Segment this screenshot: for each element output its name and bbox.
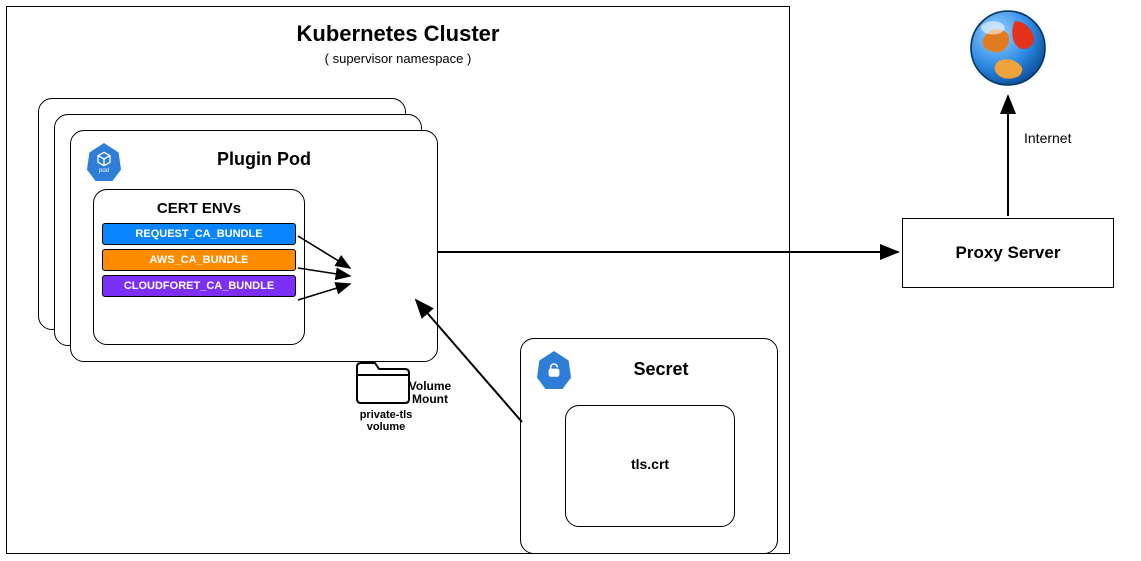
volume-label-1: private-tls bbox=[360, 409, 413, 421]
cert-envs-title: CERT ENVs bbox=[94, 200, 304, 217]
volume-mount-2: Mount bbox=[412, 392, 448, 406]
secret-cert-box: tls.crt bbox=[565, 405, 735, 527]
env-cloudforet-ca-bundle: CLOUDFORET_CA_BUNDLE bbox=[102, 275, 296, 297]
secret-title: Secret bbox=[545, 359, 777, 380]
volume-label-2: volume bbox=[367, 421, 406, 433]
pod-badge-label: pod bbox=[99, 168, 109, 174]
plugin-pod-box: pod Plugin Pod CERT ENVs REQUEST_CA_BUND… bbox=[70, 130, 438, 362]
secret-box: Secret tls.crt bbox=[520, 338, 778, 554]
plugin-pod-title: Plugin Pod bbox=[91, 149, 437, 170]
internet-label: Internet bbox=[1024, 130, 1071, 146]
volume-mount-label: Volume Mount bbox=[390, 380, 470, 406]
proxy-server-box: Proxy Server bbox=[902, 218, 1114, 288]
secret-cert-file: tls.crt bbox=[566, 456, 734, 472]
cluster-subtitle: ( supervisor namespace ) bbox=[7, 51, 789, 66]
env-aws-ca-bundle: AWS_CA_BUNDLE bbox=[102, 249, 296, 271]
volume-label: private-tls volume bbox=[347, 409, 425, 433]
cert-envs-box: CERT ENVs REQUEST_CA_BUNDLE AWS_CA_BUNDL… bbox=[93, 189, 305, 345]
proxy-server-title: Proxy Server bbox=[956, 243, 1061, 263]
env-request-ca-bundle: REQUEST_CA_BUNDLE bbox=[102, 223, 296, 245]
globe-icon bbox=[966, 6, 1050, 95]
cluster-title: Kubernetes Cluster bbox=[7, 21, 789, 47]
volume-mount-1: Volume bbox=[409, 379, 451, 393]
secret-icon bbox=[537, 351, 571, 389]
